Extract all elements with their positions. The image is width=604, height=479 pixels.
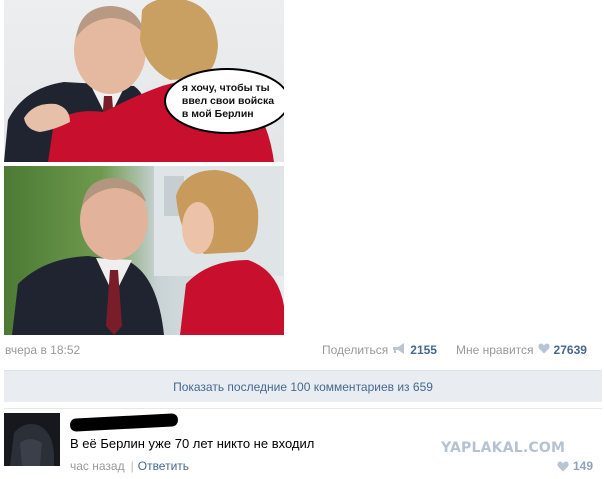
speech-bubble-text: я хочу, чтобы ты ввел свои войска в мой … — [181, 81, 275, 120]
like-count: 27639 — [553, 343, 587, 357]
share-button[interactable]: Поделиться 2155 — [322, 343, 437, 357]
like-button[interactable]: Мне нравится 27639 — [456, 343, 587, 357]
post-photo-bottom[interactable] — [4, 166, 284, 335]
heart-icon — [537, 343, 550, 357]
share-count: 2155 — [410, 343, 437, 357]
like-label: Мне нравится — [456, 343, 534, 357]
megaphone-icon — [392, 343, 406, 357]
post-timestamp[interactable]: вчера в 18:52 — [5, 343, 80, 357]
speech-bubble: я хочу, чтобы ты ввел свои войска в мой … — [164, 68, 284, 134]
avatar[interactable] — [4, 413, 60, 466]
post-photo-top[interactable]: я хочу, чтобы ты ввел свои войска в мой … — [4, 0, 284, 162]
meta-separator: | — [130, 459, 134, 473]
reply-button[interactable]: Ответить — [138, 459, 189, 473]
comment-author-redacted — [69, 413, 179, 432]
comment-meta: час назад | Ответить — [70, 459, 189, 473]
comment-text: В её Берлин уже 70 лет никто не входил — [70, 436, 315, 451]
comment-timestamp[interactable]: час назад — [70, 459, 125, 473]
show-comments-button[interactable]: Показать последние 100 комментариев из 6… — [4, 370, 602, 402]
show-comments-label: Показать последние 100 комментариев из 6… — [173, 379, 433, 394]
comment-like-count: 149 — [573, 459, 594, 473]
comment-like-button[interactable]: 149 — [557, 459, 593, 473]
watermark: YAPLAKAL.COM — [441, 440, 566, 456]
heart-icon — [557, 461, 569, 471]
share-label: Поделиться — [322, 343, 389, 357]
divider — [4, 408, 602, 409]
photo-bottom-illustration — [12, 166, 284, 335]
